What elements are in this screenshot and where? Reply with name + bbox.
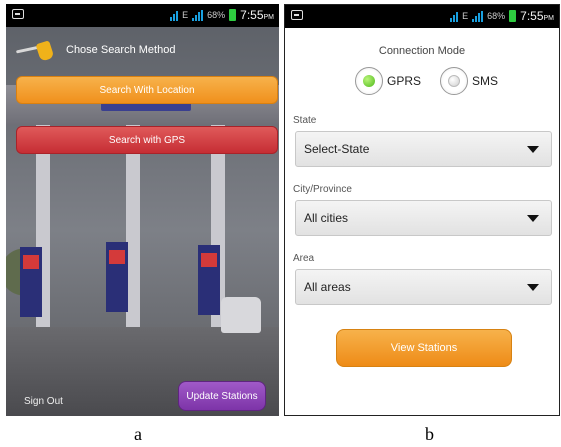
fuel-pump [20,247,42,317]
sign-out-link[interactable]: Sign Out [24,396,63,407]
status-right: E 68% 7:55PM [170,8,274,22]
clock-time: 7:55 [520,9,544,23]
fuel-pump [198,245,220,315]
radio-gprs[interactable]: GPRS [355,67,421,95]
area-value: All areas [304,280,351,294]
update-stations-button[interactable]: Update Stations [178,381,266,411]
signal-icon [450,11,459,22]
battery-percent: 68% [487,11,506,21]
screen-station-filter: E 68% 7:55PM Connection Mode GPRS SMS St… [284,4,560,416]
area-label: Area [293,253,315,264]
state-select[interactable]: Select-State [295,131,552,167]
clock-ampm: PM [263,14,275,21]
battery-icon [509,10,517,22]
state-value: Select-State [304,142,370,156]
status-right: E 68% 7:55PM [450,9,554,23]
radio-unselected-icon[interactable] [440,67,468,95]
clock-time: 7:55 [240,8,264,22]
fuel-pump [106,242,128,312]
city-value: All cities [304,211,349,225]
chevron-down-icon [527,215,539,222]
radio-sms[interactable]: SMS [440,67,498,95]
notification-icon [291,10,303,20]
radio-selected-icon[interactable] [355,67,383,95]
search-method-header: Chose Search Method [15,38,176,62]
view-stations-button[interactable]: View Stations [336,329,512,367]
radio-gprs-label: GPRS [387,74,422,88]
signal-icon [472,10,484,22]
search-with-gps-button[interactable]: Search with GPS [16,126,278,154]
status-bar: E 68% 7:55PM [6,4,279,27]
notification-icon [12,9,24,19]
city-select[interactable]: All cities [295,200,552,236]
caption-a: a [134,424,142,444]
search-with-location-button[interactable]: Search With Location [16,76,278,104]
state-label: State [293,115,317,126]
battery-percent: 68% [207,10,226,20]
status-bar: E 68% 7:55PM [285,5,559,28]
pillar [126,125,140,337]
clock: 7:55PM [240,8,274,22]
network-type: E [462,11,469,21]
chevron-down-icon [527,146,539,153]
signal-icon [192,9,204,21]
battery-icon [229,9,237,21]
radio-sms-label: SMS [472,74,499,88]
connection-mode-title: Connection Mode [378,45,466,57]
fuel-nozzle-icon [15,38,56,62]
city-label: City/Province [293,184,352,195]
network-type: E [182,10,189,20]
signal-icon [170,10,179,21]
clock-ampm: PM [543,15,555,22]
page-title: Chose Search Method [66,44,176,56]
chevron-down-icon [527,284,539,291]
clock: 7:55PM [520,9,554,23]
caption-b: b [425,424,434,444]
area-select[interactable]: All areas [295,269,552,305]
screen-search-method: E 68% 7:55PM PETRON Chose Search Method … [6,4,279,416]
car [221,297,261,333]
